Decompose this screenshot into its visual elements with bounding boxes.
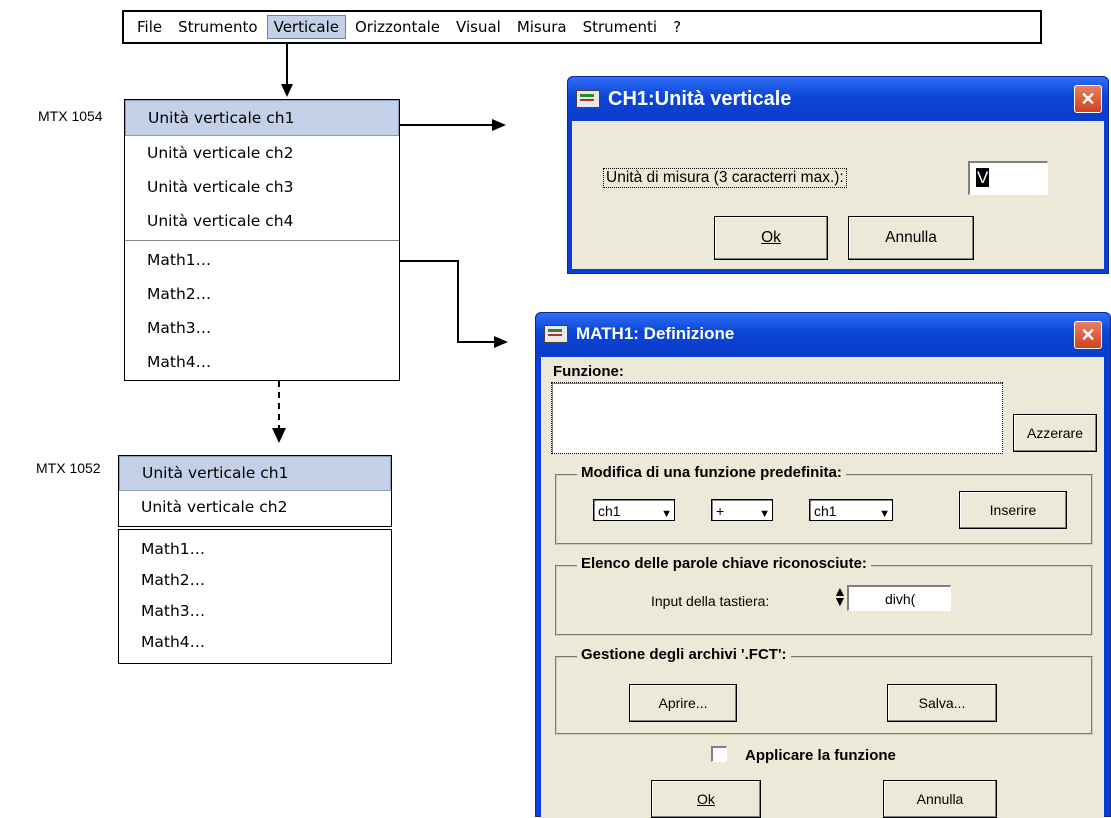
menu-strumenti[interactable]: Strumenti [576, 15, 664, 39]
menu-item-unita-ch1[interactable]: Unità verticale ch1 [119, 456, 391, 491]
math1-dialog-body: Funzione: Azzerare Modifica di una funzi… [541, 357, 1104, 818]
funzione-input[interactable] [551, 382, 1003, 454]
model-label-1052: MTX 1052 [36, 460, 101, 476]
menu-file[interactable]: File [130, 15, 169, 39]
reset-button[interactable]: Azzerare [1013, 414, 1097, 452]
apply-label: Applicare la funzione [745, 747, 896, 764]
menu-bar: File Strumento Verticale Orizzontale Vis… [122, 10, 1042, 44]
menu-item-unita-ch2[interactable]: Unità verticale ch2 [119, 491, 391, 524]
menu-item-math4[interactable]: Math4… [119, 627, 391, 658]
menu-visual[interactable]: Visual [449, 15, 508, 39]
open-button[interactable]: Aprire... [629, 684, 737, 722]
ch1-dialog-titlebar: CH1:Unità verticale [568, 77, 1108, 121]
math1-dialog-titlebar: MATH1: Definizione [536, 313, 1110, 355]
save-button[interactable]: Salva... [887, 684, 997, 722]
menu-item-math1[interactable]: Math1… [125, 243, 399, 277]
ok-button[interactable]: Ok [651, 780, 761, 818]
unit-input-value: V [976, 168, 990, 187]
app-icon [576, 90, 600, 108]
keyboard-input[interactable]: divh( [847, 585, 951, 611]
unit-input[interactable]: V [968, 161, 1048, 195]
chevron-down-icon: ▼ [879, 508, 890, 520]
menu-item-unita-ch4[interactable]: Unità verticale ch4 [125, 204, 399, 238]
menu-item-math3[interactable]: Math3… [125, 311, 399, 345]
verticale-menu-1052-maths: Math1… Math2… Math3… Math4… [118, 529, 392, 664]
unit-label: Unità di misura (3 caracterri max.): [603, 168, 847, 188]
app-icon [544, 325, 568, 343]
model-label-1054: MTX 1054 [38, 108, 103, 124]
menu-item-unita-ch1[interactable]: Unità verticale ch1 [125, 100, 399, 136]
cancel-button[interactable]: Annulla [848, 216, 974, 260]
files-group-title: Gestione degli archivi '.FCT': [577, 646, 791, 663]
menu-item-math2[interactable]: Math2… [125, 277, 399, 311]
menu-item-math2[interactable]: Math2… [119, 565, 391, 596]
verticale-menu-1052-units: Unità verticale ch1 Unità verticale ch2 [118, 455, 392, 527]
chevron-down-icon: ▼ [759, 508, 770, 520]
keyboard-input-label: Input della tastiera: [651, 593, 770, 609]
menu-item-math4[interactable]: Math4… [125, 345, 399, 379]
menu-help[interactable]: ? [666, 15, 688, 39]
chevron-down-icon: ▼ [661, 508, 672, 520]
menu-separator [125, 240, 399, 241]
menu-item-unita-ch2[interactable]: Unità verticale ch2 [125, 136, 399, 170]
operand2-select[interactable]: ch1 ▼ [809, 499, 893, 521]
arrow-to-math1-dialog [400, 260, 500, 343]
ch1-dialog-body: Unità di misura (3 caracterri max.): V O… [572, 121, 1104, 269]
menu-item-math3[interactable]: Math3… [119, 596, 391, 627]
spinner-icon[interactable]: ▲ ▼ [833, 584, 847, 608]
funzione-label: Funzione: [553, 363, 624, 380]
math1-dialog-title: MATH1: Definizione [576, 324, 735, 343]
menu-item-math1[interactable]: Math1… [119, 534, 391, 565]
close-icon[interactable]: ✕ [1074, 85, 1102, 113]
menu-verticale[interactable]: Verticale [266, 15, 346, 39]
operand1-select[interactable]: ch1 ▼ [593, 499, 675, 521]
ch1-dialog-title: CH1:Unità verticale [608, 87, 792, 110]
close-icon[interactable]: ✕ [1074, 321, 1102, 349]
keywords-group [555, 565, 1093, 636]
insert-button[interactable]: Inserire [959, 491, 1067, 529]
menu-misura[interactable]: Misura [510, 15, 574, 39]
predefined-group-title: Modifica di una funzione predefinita: [577, 464, 846, 481]
operator-select[interactable]: + ▼ [711, 499, 773, 521]
cancel-button[interactable]: Annulla [883, 780, 997, 818]
menu-orizzontale[interactable]: Orizzontale [348, 15, 447, 39]
ok-button[interactable]: Ok [714, 216, 828, 260]
ch1-unit-dialog: CH1:Unità verticale ✕ Unità di misura (3… [567, 76, 1109, 274]
apply-checkbox[interactable] [711, 746, 727, 762]
keywords-group-title: Elenco delle parole chiave riconosciute: [577, 555, 871, 572]
math1-definition-dialog: MATH1: Definizione ✕ Funzione: Azzerare … [535, 312, 1111, 818]
menu-item-unita-ch3[interactable]: Unità verticale ch3 [125, 170, 399, 204]
menu-strumento[interactable]: Strumento [171, 15, 264, 39]
verticale-menu-1054: Unità verticale ch1 Unità verticale ch2 … [124, 99, 400, 381]
